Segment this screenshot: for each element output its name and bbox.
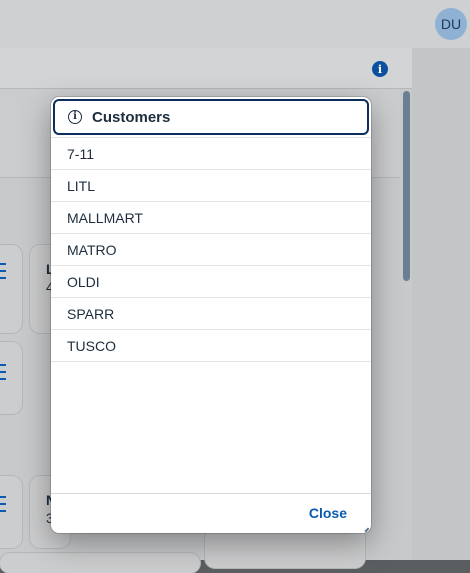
customers-dialog: i Customers 7-11 LITL MALLMART MATRO OLD… <box>51 97 371 533</box>
kpi-tile <box>205 528 365 568</box>
kpi-tile <box>0 553 200 573</box>
shell-bar: DU <box>0 0 470 48</box>
kpi-tile <box>0 476 22 548</box>
dialog-header: i Customers <box>53 99 369 135</box>
list-item[interactable]: SPARR <box>51 298 371 330</box>
dialog-title: Customers <box>92 108 171 126</box>
kpi-tile <box>0 245 22 333</box>
customer-list: 7-11 LITL MALLMART MATRO OLDI SPARR TUSC… <box>51 137 371 362</box>
info-icon: i <box>68 110 82 124</box>
list-icon <box>0 496 6 512</box>
resize-handle-icon[interactable] <box>361 524 369 532</box>
user-avatar[interactable]: DU <box>435 8 467 40</box>
info-icon[interactable]: i <box>372 61 388 77</box>
dialog-footer: Close <box>51 493 371 533</box>
list-item[interactable]: TUSCO <box>51 330 371 362</box>
list-item[interactable]: MALLMART <box>51 202 371 234</box>
list-item[interactable]: OLDI <box>51 266 371 298</box>
list-item[interactable]: LITL <box>51 170 371 202</box>
list-icon <box>0 364 6 380</box>
close-button[interactable]: Close <box>309 505 347 521</box>
kpi-tile <box>0 342 22 414</box>
list-icon <box>0 263 6 279</box>
list-item[interactable]: MATRO <box>51 234 371 266</box>
list-item[interactable]: 7-11 <box>51 137 371 170</box>
side-panel <box>412 48 470 560</box>
page-header: i <box>0 48 412 89</box>
scrollbar[interactable] <box>403 91 410 281</box>
